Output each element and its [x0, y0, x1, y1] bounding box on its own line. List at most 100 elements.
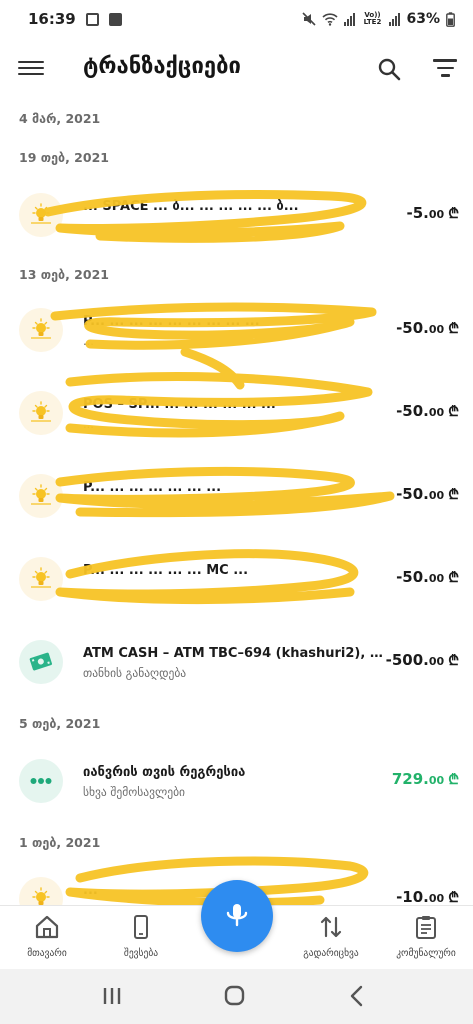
- transaction-amount: 729.00 ₾: [392, 770, 459, 789]
- transaction-amount: -50.00 ₾: [396, 485, 459, 504]
- clipboard-icon: [416, 916, 436, 939]
- amount-main: 729.: [391, 770, 429, 788]
- amount-cents: 00: [428, 892, 445, 905]
- nav-transfers[interactable]: გადარიცხვა: [286, 914, 376, 959]
- transaction-amount: -500.00 ₾: [386, 651, 459, 670]
- currency-icon: ₾: [448, 570, 459, 586]
- battery-level: 63%: [406, 11, 440, 27]
- transaction-category: თანხის განაღდება: [83, 666, 187, 680]
- transaction-row[interactable]: POS – SP... ... ... ... ... ... ... ... …: [0, 372, 473, 454]
- amount-cents: 00: [428, 406, 445, 419]
- transaction-amount: -50.00 ₾: [396, 568, 459, 587]
- signal-icon: [344, 12, 356, 26]
- transaction-title: POS – SP... ... ... ... ... ... ...: [83, 397, 276, 412]
- network-label: Vo)) LTE2: [363, 11, 382, 26]
- transaction-title: ATM CASH – ATM TBC–694 (khashuri2), ბარა…: [83, 646, 383, 661]
- currency-icon: ₾: [448, 487, 459, 503]
- nav-utilities-label: კომუნალური: [396, 948, 456, 959]
- transaction-title: ... SPACE ... ბ... ... ... ... ... ბ...: [83, 199, 299, 214]
- transaction-category: ...: [83, 334, 94, 348]
- transaction-amount: -50.00 ₾: [396, 402, 459, 421]
- nav-home[interactable]: მთავარი: [2, 914, 92, 959]
- transaction-amount: -10.00 ₾: [396, 888, 459, 905]
- filter-icon: [432, 59, 458, 77]
- home-circle-icon: [224, 985, 245, 1006]
- transaction-row[interactable]: P... ... ... ... ... ... MC ... -50.00 ₾: [0, 538, 473, 620]
- phone-icon: [134, 915, 148, 939]
- nav-utilities[interactable]: კომუნალური: [381, 914, 471, 959]
- amount-main: -50.: [396, 568, 429, 586]
- amount-main: -500.: [385, 651, 429, 669]
- transaction-row[interactable]: ATM CASH – ATM TBC–694 (khashuri2), ბარა…: [0, 621, 473, 703]
- amount-cents: 00: [428, 208, 445, 221]
- currency-icon: ₾: [448, 206, 459, 222]
- status-time: 16:39: [28, 10, 76, 28]
- bulb-icon: [19, 193, 63, 237]
- nav-services-label: შევსება: [123, 948, 159, 959]
- transaction-row[interactable]: ... SPACE ... ბ... ... ... ... ... ბ... …: [0, 174, 473, 256]
- recent-apps-button[interactable]: [97, 983, 127, 1009]
- cash-icon: [19, 640, 63, 684]
- bulb-icon: [19, 877, 63, 905]
- search-button[interactable]: [376, 56, 404, 84]
- amount-cents: 00: [428, 774, 445, 787]
- currency-icon: ₾: [448, 653, 459, 669]
- transaction-row[interactable]: P... ... ... ... ... ... ... ... ... ...…: [0, 289, 473, 371]
- transaction-title: P... ... ... ... ... ... MC ...: [83, 563, 249, 578]
- wifi-icon: [322, 12, 339, 26]
- filter-button[interactable]: [432, 59, 458, 83]
- transaction-title: იანვრის თვის რეგრესია: [83, 765, 246, 780]
- amount-main: -5.: [406, 204, 429, 222]
- transaction-row[interactable]: P... ... ... ... ... ... ... -50.00 ₾: [0, 455, 473, 537]
- bulb-icon: [19, 308, 63, 352]
- transaction-category: სხვა შემოსავლები: [83, 785, 185, 799]
- amount-main: -50.: [396, 485, 429, 503]
- nav-home-label: მთავარი: [27, 948, 67, 959]
- transaction-amount: -50.00 ₾: [396, 319, 459, 338]
- microphone-icon: [226, 904, 248, 927]
- date-header: 5 თებ, 2021: [19, 716, 101, 731]
- back-chevron-icon: [350, 985, 363, 1007]
- mute-icon: [302, 12, 317, 26]
- currency-icon: ₾: [448, 890, 459, 905]
- menu-button[interactable]: [18, 57, 46, 81]
- date-header: 4 მარ, 2021: [19, 111, 101, 126]
- currency-icon: ₾: [448, 404, 459, 420]
- bulb-icon: [19, 557, 63, 601]
- nav-transfers-label: გადარიცხვა: [303, 948, 359, 959]
- transaction-amount: -5.00 ₾: [407, 204, 459, 223]
- amount-main: -10.: [396, 888, 429, 905]
- voice-assistant-button[interactable]: [201, 880, 273, 952]
- bulb-icon: [19, 474, 63, 518]
- checkbox-notification-icon: [108, 12, 122, 26]
- home-icon: [35, 915, 59, 939]
- page-title: ტრანზაქციები: [83, 54, 241, 79]
- transaction-row[interactable]: იანვრის თვის რეგრესია სხვა შემოსავლები 7…: [0, 740, 473, 822]
- transaction-title: P... ... ... ... ... ... ... ... ...: [83, 314, 260, 329]
- amount-cents: 00: [428, 323, 445, 336]
- gallery-icon: [85, 12, 99, 26]
- amount-cents: 00: [428, 572, 445, 585]
- system-navigation-bar: [0, 969, 473, 1024]
- amount-main: -50.: [396, 402, 429, 420]
- more-dots-icon: [19, 759, 63, 803]
- recent-apps-icon: [103, 988, 121, 1004]
- search-icon: [378, 58, 401, 81]
- transaction-title: P... ... ... ... ... ... ...: [83, 480, 222, 495]
- bulb-icon: [19, 391, 63, 435]
- hamburger-icon: [18, 60, 46, 75]
- back-button[interactable]: [342, 983, 372, 1009]
- signal-2-icon: [389, 12, 401, 26]
- currency-icon: ₾: [448, 321, 459, 337]
- date-header: 19 თებ, 2021: [19, 150, 109, 165]
- transfer-arrows-icon: [320, 916, 342, 938]
- home-system-button[interactable]: [219, 983, 249, 1009]
- transaction-category: ...: [83, 417, 94, 431]
- app-bar: ტრანზაქციები: [0, 40, 473, 98]
- status-bar: 16:39 Vo)) LTE2 63%: [0, 0, 473, 38]
- amount-cents: 00: [428, 655, 445, 668]
- date-header: 13 თებ, 2021: [19, 267, 109, 282]
- currency-icon: ₾: [448, 772, 459, 788]
- nav-services[interactable]: შევსება: [96, 914, 186, 959]
- amount-cents: 00: [428, 489, 445, 502]
